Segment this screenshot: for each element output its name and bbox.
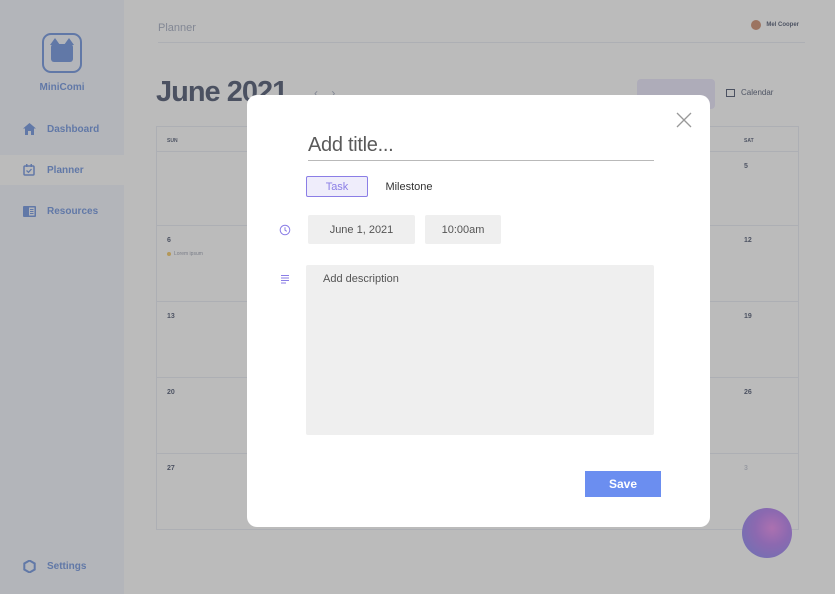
description-textarea[interactable] xyxy=(306,265,654,435)
clock-icon xyxy=(279,224,291,236)
new-item-dialog: Task Milestone June 1, 2021 10:00am Save xyxy=(247,95,710,527)
title-input[interactable] xyxy=(308,131,654,161)
description-icon xyxy=(281,275,289,284)
time-picker[interactable]: 10:00am xyxy=(425,215,501,244)
type-tab-task[interactable]: Task xyxy=(306,176,368,197)
save-button[interactable]: Save xyxy=(585,471,661,497)
date-picker[interactable]: June 1, 2021 xyxy=(308,215,415,244)
close-icon[interactable] xyxy=(676,112,692,128)
type-tab-milestone[interactable]: Milestone xyxy=(379,176,439,197)
